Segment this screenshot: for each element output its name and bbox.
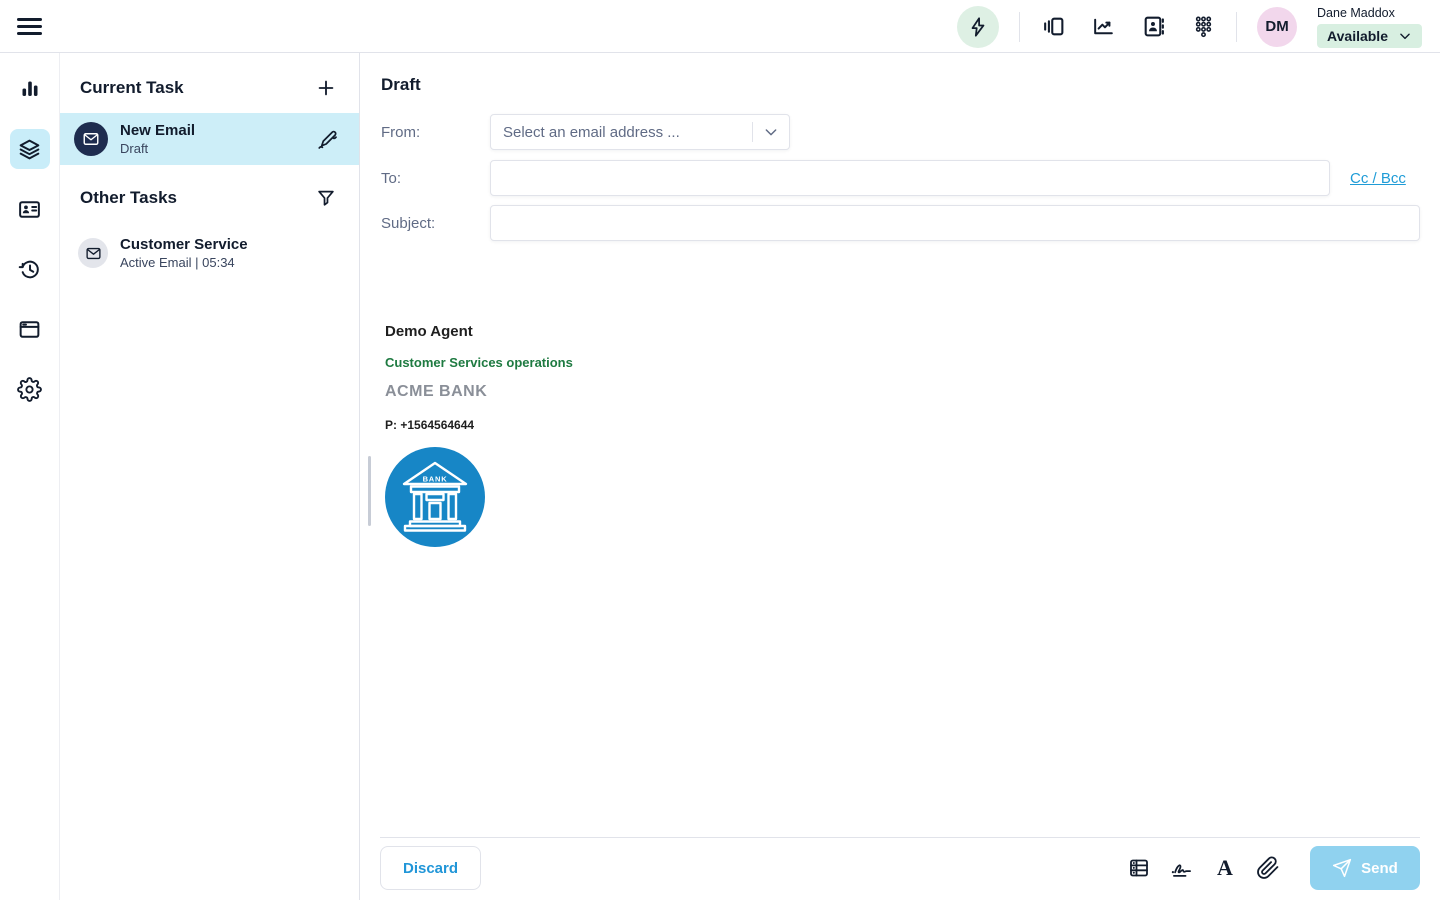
layers-icon [17, 137, 42, 162]
discard-button[interactable]: Discard [380, 846, 481, 890]
from-select-placeholder: Select an email address ... [503, 124, 752, 141]
chevron-down-icon [763, 124, 779, 140]
sidebar-item-history[interactable] [10, 249, 50, 289]
subject-label: Subject: [381, 215, 490, 232]
scrollbar-thumb[interactable] [368, 456, 371, 526]
filter-tasks-button[interactable] [315, 187, 337, 209]
other-tasks-header: Other Tasks [60, 165, 359, 225]
to-label: To: [381, 170, 490, 187]
dialpad-icon [1191, 14, 1216, 39]
settings-gear-icon [17, 377, 42, 402]
envelope-icon [85, 245, 102, 262]
paperclip-icon [1256, 856, 1280, 880]
sidebar-item-contacts[interactable] [10, 189, 50, 229]
subject-input[interactable] [490, 205, 1420, 241]
paper-plane-icon [1332, 858, 1352, 878]
address-book-icon [1141, 14, 1166, 39]
topbar-icon-group [1040, 14, 1216, 40]
insights-button[interactable] [1090, 14, 1116, 40]
browser-window-icon [17, 317, 42, 342]
pen-edit-icon [316, 128, 339, 151]
signature-department: Customer Services operations [385, 355, 1410, 370]
contact-card-icon [17, 197, 42, 222]
to-input[interactable] [490, 160, 1330, 196]
panels-view-button[interactable] [1040, 14, 1066, 40]
sidebar-item-settings[interactable] [10, 369, 50, 409]
compose-footer: Discard [380, 846, 1420, 890]
plus-icon [315, 77, 337, 99]
task-avatar [74, 122, 108, 156]
task-title: Customer Service [120, 236, 339, 254]
user-name: Dane Maddox [1317, 6, 1422, 20]
font-a-icon: A [1217, 857, 1233, 879]
current-task-header: Current Task [60, 53, 359, 113]
sidebar-item-tasks[interactable] [10, 129, 50, 169]
compose-title: Draft [381, 75, 421, 95]
hamburger-menu-icon[interactable] [17, 14, 45, 38]
sidebar-item-browser[interactable] [10, 309, 50, 349]
from-label: From: [381, 124, 490, 141]
footer-format-group: A Send [1126, 846, 1420, 890]
signature-phone: P: +1564564644 [385, 418, 1410, 432]
chevron-down-icon [1398, 29, 1412, 43]
subject-row: Subject: [381, 205, 1420, 241]
task-texts: New Email Draft [120, 122, 316, 156]
envelope-icon [82, 130, 100, 148]
from-select[interactable]: Select an email address ... [490, 114, 790, 150]
task-row-customer-service[interactable]: Customer Service Active Email | 05:34 [60, 225, 359, 281]
topbar-divider [1019, 12, 1020, 42]
topbar: DM Dane Maddox Available [0, 0, 1440, 53]
compose-edit-button[interactable] [316, 128, 339, 151]
signature-name: Demo Agent [385, 323, 1410, 340]
task-title: New Email [120, 122, 316, 140]
user-block: Dane Maddox Available [1317, 6, 1422, 48]
topbar-divider [1236, 12, 1237, 42]
sidebar-item-stats[interactable] [10, 69, 50, 109]
task-avatar [78, 238, 108, 268]
email-body-editor[interactable]: Demo Agent Customer Services operations … [385, 323, 1410, 547]
footer-divider [380, 837, 1420, 838]
task-row-new-email[interactable]: New Email Draft [60, 113, 359, 165]
availability-label: Available [1327, 28, 1388, 44]
history-icon [17, 257, 42, 282]
bank-logo: BANK [385, 447, 485, 547]
compose-panel: Draft From: Select an email address ... … [360, 53, 1440, 900]
select-divider [752, 122, 753, 142]
bank-logo-text: BANK [423, 475, 448, 484]
signature-icon [1169, 855, 1195, 881]
attach-file-button[interactable] [1255, 855, 1281, 881]
dialpad-button[interactable] [1190, 14, 1216, 40]
line-chart-icon [1091, 14, 1116, 39]
font-format-button[interactable]: A [1212, 855, 1238, 881]
topbar-actions: DM Dane Maddox Available [957, 0, 1422, 53]
user-avatar[interactable]: DM [1257, 7, 1297, 47]
task-subtitle: Active Email | 05:34 [120, 255, 339, 270]
sidebar-rail [0, 53, 60, 900]
templates-button[interactable] [1126, 855, 1152, 881]
task-panel: Current Task New Email Draft Other [60, 53, 360, 900]
funnel-filter-icon [315, 187, 337, 209]
task-subtitle: Draft [120, 141, 316, 156]
add-task-button[interactable] [315, 77, 337, 99]
lightning-icon [967, 16, 989, 38]
send-button[interactable]: Send [1310, 846, 1420, 890]
cc-bcc-link[interactable]: Cc / Bcc [1350, 170, 1406, 187]
other-tasks-title: Other Tasks [80, 188, 177, 208]
panels-icon [1041, 14, 1066, 39]
bar-chart-icon [18, 77, 42, 101]
template-table-icon [1127, 856, 1151, 880]
signature-company: ACME BANK [385, 383, 1410, 401]
current-task-title: Current Task [80, 78, 184, 98]
availability-select[interactable]: Available [1317, 24, 1422, 48]
from-row: From: Select an email address ... [381, 114, 790, 150]
signature-button[interactable] [1169, 855, 1195, 881]
task-texts: Customer Service Active Email | 05:34 [120, 236, 339, 270]
contacts-button[interactable] [1140, 14, 1166, 40]
to-row: To: Cc / Bcc [381, 160, 1406, 196]
send-button-label: Send [1361, 860, 1398, 877]
lightning-boost-button[interactable] [957, 6, 999, 48]
